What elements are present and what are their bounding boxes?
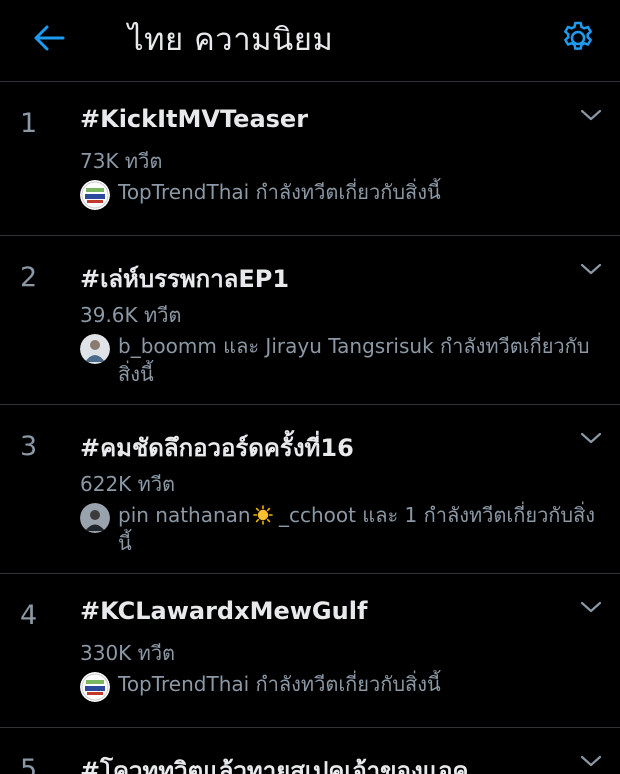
tweet-count: 39.6K ทวีต <box>80 303 182 327</box>
trend-hashtag: #เล่ห์บรรพกาลEP1 <box>80 265 290 293</box>
context-text: TopTrendThai กำลังทวีตเกี่ยวกับสิ่งนี้ <box>118 672 441 696</box>
trend-hashtag: #KCLawardxMewGulf <box>80 597 368 625</box>
context-text-start: pin nathanan <box>118 503 251 527</box>
sun-emoji-icon <box>252 505 273 525</box>
page-title: ไทย ความนิยม <box>128 22 334 58</box>
chevron-down-icon <box>580 109 602 121</box>
user-avatar <box>80 503 110 533</box>
trend-hashtag: #KickItMVTeaser <box>80 105 309 133</box>
trend-context: TopTrendThai กำลังทวีตเกี่ยวกับสิ่งนี้ <box>80 178 605 210</box>
chevron-down-icon <box>580 755 602 767</box>
trend-rank: 1 <box>20 108 38 139</box>
trend-context: b_boomm และ Jirayu Tangsrisuk กำลังทวีตเ… <box>80 332 605 388</box>
chevron-down-icon <box>580 263 602 275</box>
more-options-button[interactable] <box>576 427 606 449</box>
trend-item[interactable]: 4 #KCLawardxMewGulf 330K ทวีต TopTrendTh… <box>0 574 620 728</box>
more-options-button[interactable] <box>576 104 606 126</box>
trend-rank: 2 <box>20 262 38 293</box>
trend-rank: 5 <box>20 754 38 774</box>
chevron-down-icon <box>580 601 602 613</box>
toptrendthai-avatar <box>80 672 110 702</box>
gear-icon <box>564 21 592 50</box>
trend-item[interactable]: 5 #โควททวิตแล้วทายสเปคเจ้าของแอค <box>0 728 620 774</box>
trend-item[interactable]: 3 #คมชัดลึกอวอร์ดครั้งที่16 622K ทวีต pi… <box>0 405 620 574</box>
context-text: TopTrendThai กำลังทวีตเกี่ยวกับสิ่งนี้ <box>118 180 441 204</box>
context-text: b_boomm และ Jirayu Tangsrisuk กำลังทวีตเ… <box>118 334 590 386</box>
trend-rank: 3 <box>20 431 38 462</box>
chevron-down-icon <box>580 432 602 444</box>
trend-hashtag: #โควททวิตแล้วทายสเปคเจ้าของแอค <box>80 757 469 774</box>
toptrendthai-avatar <box>80 180 110 210</box>
settings-button[interactable] <box>554 14 602 62</box>
more-options-button[interactable] <box>576 596 606 618</box>
trend-context: TopTrendThai กำลังทวีตเกี่ยวกับสิ่งนี้ <box>80 670 605 702</box>
back-button[interactable] <box>24 16 74 60</box>
trend-rank: 4 <box>20 600 38 631</box>
tweet-count: 73K ทวีต <box>80 149 163 173</box>
top-bar: ไทย ความนิยม <box>0 0 620 82</box>
trend-item[interactable]: 1 #KickItMVTeaser 73K ทวีต TopTrendThai … <box>0 82 620 236</box>
context-text: pin nathanan _cchoot และ 1 กำลังทวีตเกี่… <box>118 501 605 557</box>
trend-hashtag: #คมชัดลึกอวอร์ดครั้งที่16 <box>80 434 354 462</box>
more-options-button[interactable] <box>576 750 606 772</box>
trend-context: pin nathanan _cchoot และ 1 กำลังทวีตเกี่… <box>80 501 605 557</box>
arrow-left-icon <box>34 25 65 51</box>
more-options-button[interactable] <box>576 258 606 280</box>
user-avatar <box>80 334 110 364</box>
trend-item[interactable]: 2 #เล่ห์บรรพกาลEP1 39.6K ทวีต b_boomm แล… <box>0 236 620 405</box>
tweet-count: 622K ทวีต <box>80 472 176 496</box>
tweet-count: 330K ทวีต <box>80 641 176 665</box>
